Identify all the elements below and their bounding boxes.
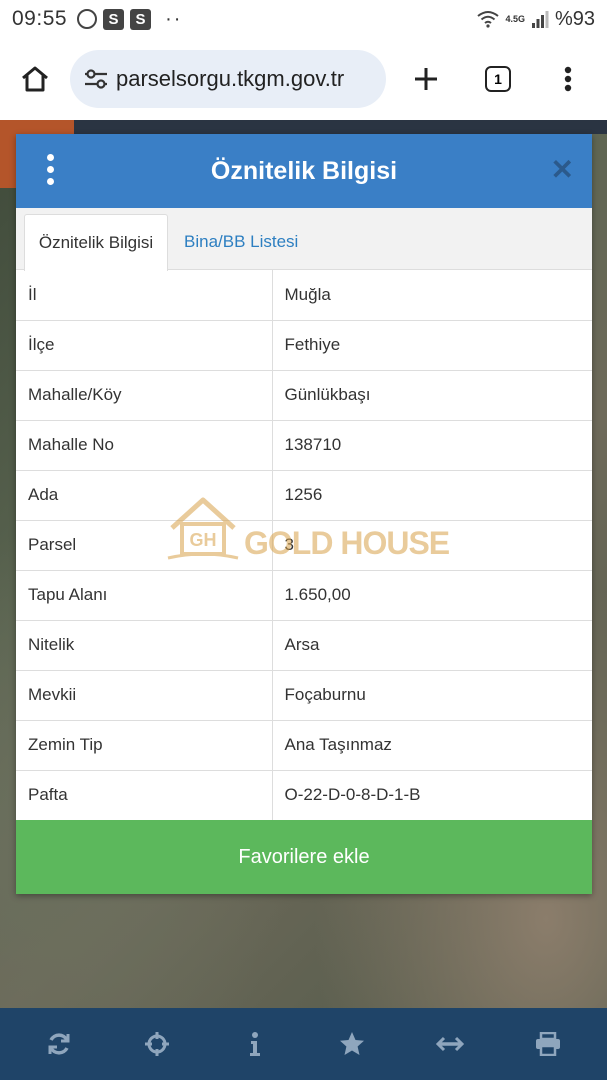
plus-icon bbox=[415, 68, 437, 90]
tab-switcher-button[interactable]: 1 bbox=[466, 66, 530, 92]
table-row: Ada 1256 bbox=[16, 470, 592, 521]
row-label: Parsel bbox=[16, 520, 273, 571]
table-row: İlçe Fethiye bbox=[16, 320, 592, 371]
browser-menu-button[interactable] bbox=[530, 66, 606, 92]
row-label: İl bbox=[16, 270, 273, 321]
row-value: 3 bbox=[272, 520, 592, 571]
row-label: Mahalle No bbox=[16, 420, 273, 471]
table-row: Tapu Alanı 1.650,00 bbox=[16, 570, 592, 621]
tab-building-list[interactable]: Bina/BB Listesi bbox=[184, 214, 298, 270]
whatsapp-icon bbox=[77, 9, 98, 29]
table-row: Mahalle No 138710 bbox=[16, 420, 592, 471]
table-row: Zemin Tip Ana Taşınmaz bbox=[16, 720, 592, 771]
map-top-strip bbox=[74, 120, 607, 134]
row-label: İlçe bbox=[16, 320, 273, 371]
address-bar[interactable]: parselsorgu.tkgm.gov.tr bbox=[70, 50, 386, 108]
attribute-info-modal: Öznitelik Bilgisi ✕ Öznitelik Bilgisi Bi… bbox=[16, 134, 592, 894]
info-icon[interactable] bbox=[235, 1024, 275, 1064]
crosshair-icon[interactable] bbox=[137, 1024, 177, 1064]
wifi-icon bbox=[477, 11, 500, 28]
modal-tabs: Öznitelik Bilgisi Bina/BB Listesi bbox=[16, 208, 592, 271]
modal-header: Öznitelik Bilgisi ✕ bbox=[16, 134, 592, 208]
home-button[interactable] bbox=[0, 65, 70, 93]
system-icons: 4.5G %93 bbox=[477, 8, 595, 31]
tab-attribute-info[interactable]: Öznitelik Bilgisi bbox=[24, 214, 168, 271]
signal-icon bbox=[531, 11, 549, 28]
row-label: Tapu Alanı bbox=[16, 570, 273, 621]
row-value: O-22-D-0-8-D-1-B bbox=[272, 770, 592, 821]
row-label: Mahalle/Köy bbox=[16, 370, 273, 421]
row-value: Foçaburnu bbox=[272, 670, 592, 721]
app-badge-icon: S bbox=[130, 8, 152, 30]
attribute-table: İl Muğla İlçe Fethiye Mahalle/Köy Günlükbaş… bbox=[16, 270, 592, 821]
measure-icon[interactable] bbox=[430, 1024, 470, 1064]
row-value: Fethiye bbox=[272, 320, 592, 371]
modal-title: Öznitelik Bilgisi bbox=[210, 156, 398, 185]
battery-level: %93 bbox=[554, 7, 595, 30]
print-icon[interactable] bbox=[528, 1024, 568, 1064]
table-row: Parsel 3 bbox=[16, 520, 592, 571]
star-icon[interactable] bbox=[332, 1024, 372, 1064]
row-label: Pafta bbox=[16, 770, 273, 821]
tab-count: 1 bbox=[485, 66, 511, 92]
more-vert-icon bbox=[564, 66, 572, 92]
url-text: parselsorgu.tkgm.gov.tr bbox=[116, 66, 345, 91]
add-to-favorites-button[interactable]: Favorilere ekle bbox=[16, 820, 592, 894]
table-row: Pafta O-22-D-0-8-D-1-B bbox=[16, 770, 592, 821]
row-value: 1.650,00 bbox=[272, 570, 592, 621]
row-value: Muğla bbox=[272, 270, 592, 321]
row-label: Mevkii bbox=[16, 670, 273, 721]
map-toolbar bbox=[0, 1008, 607, 1080]
network-type: 4.5G bbox=[505, 13, 525, 24]
row-value: Ana Taşınmaz bbox=[272, 720, 592, 771]
row-label: Zemin Tip bbox=[16, 720, 273, 771]
row-label: Ada bbox=[16, 470, 273, 521]
row-value: 138710 bbox=[272, 420, 592, 471]
site-settings-icon[interactable] bbox=[82, 68, 110, 90]
row-value: Günlükbaşı bbox=[272, 370, 592, 421]
table-row: Nitelik Arsa bbox=[16, 620, 592, 671]
row-value: 1256 bbox=[272, 470, 592, 521]
status-bar: 09:55 S S ·· 4.5G %93 bbox=[0, 0, 607, 38]
table-row: Mahalle/Köy Günlükbaşı bbox=[16, 370, 592, 421]
refresh-icon[interactable] bbox=[39, 1024, 79, 1064]
home-icon bbox=[22, 66, 48, 92]
table-row: Mevkii Foçaburnu bbox=[16, 670, 592, 721]
row-value: Arsa bbox=[272, 620, 592, 671]
notification-icons: S S ·· bbox=[77, 8, 182, 31]
modal-menu-icon[interactable] bbox=[42, 154, 58, 185]
table-row: İl Muğla bbox=[16, 270, 592, 321]
browser-toolbar: parselsorgu.tkgm.gov.tr 1 bbox=[0, 38, 607, 120]
close-icon[interactable]: ✕ bbox=[551, 156, 574, 184]
row-label: Nitelik bbox=[16, 620, 273, 671]
more-notifications-icon: ·· bbox=[165, 7, 183, 30]
new-tab-button[interactable] bbox=[386, 66, 466, 92]
status-time: 09:55 bbox=[12, 7, 68, 30]
app-badge-icon: S bbox=[103, 8, 125, 30]
